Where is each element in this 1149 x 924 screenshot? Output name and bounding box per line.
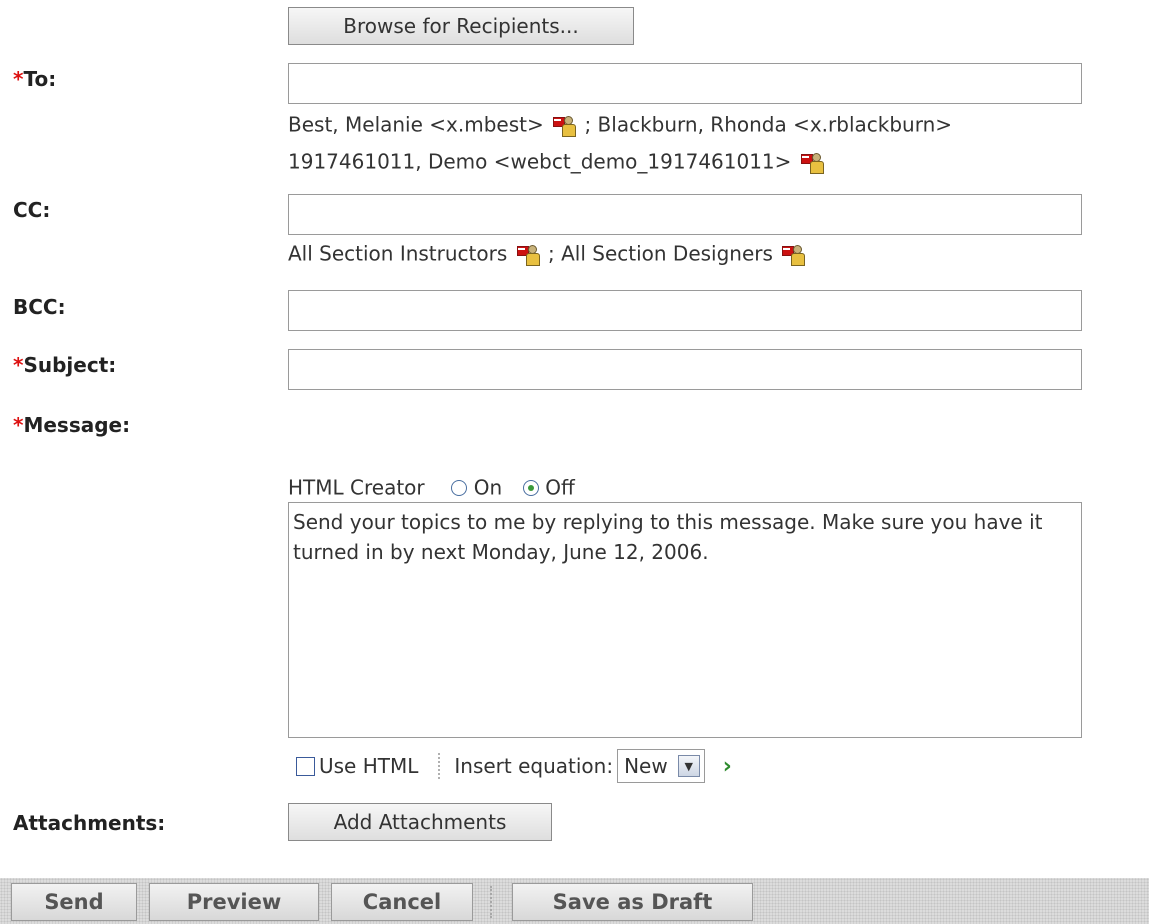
bcc-label: BCC: <box>13 295 66 319</box>
recipient-properties-icon[interactable] <box>516 243 540 266</box>
html-creator-off-label: Off <box>545 475 575 500</box>
preview-button[interactable]: Preview <box>149 883 319 921</box>
to-recipient: ; Blackburn, Rhonda <x.rblackburn> <box>584 112 953 137</box>
cc-recipient: ; All Section Designers <box>548 241 773 266</box>
attachments-label: Attachments: <box>13 811 166 835</box>
subject-label: *Subject: <box>13 353 116 377</box>
message-body-textarea[interactable]: Send your topics to me by replying to th… <box>288 502 1082 738</box>
action-bar: Send Preview Cancel Save as Draft <box>0 878 1149 924</box>
equation-select-value: New <box>624 754 668 778</box>
insert-equation-label: Insert equation: <box>454 754 614 778</box>
html-creator-on-radio[interactable] <box>451 479 468 496</box>
to-recipients-line-1: Best, Melanie <x.mbest> ; Blackburn, Rho… <box>288 111 952 137</box>
go-arrow-icon[interactable]: › <box>723 754 732 779</box>
html-creator-label: HTML Creator <box>288 475 425 500</box>
to-recipients-line-2: 1917461011, Demo <webct_demo_1917461011> <box>288 148 826 174</box>
subject-input[interactable] <box>288 349 1082 390</box>
cc-input[interactable] <box>288 194 1082 235</box>
browse-recipients-button[interactable]: Browse for Recipients... <box>288 7 634 45</box>
dropdown-arrow-icon[interactable]: ▼ <box>677 755 700 777</box>
html-creator-off-radio[interactable] <box>522 479 539 496</box>
toolbar-divider <box>438 753 441 779</box>
send-button[interactable]: Send <box>11 883 137 921</box>
recipient-properties-icon[interactable] <box>800 151 824 174</box>
cc-recipients-line: All Section Instructors ; All Section De… <box>288 240 807 266</box>
to-label: *To: <box>13 67 56 91</box>
bcc-input[interactable] <box>288 290 1082 331</box>
message-label-text: Message: <box>23 413 131 437</box>
html-creator-on-label: On <box>473 475 503 500</box>
to-input[interactable] <box>288 63 1082 104</box>
to-recipient: 1917461011, Demo <webct_demo_1917461011> <box>288 149 792 174</box>
editor-toolbar: Use HTML Insert equation: New ▼ › <box>296 749 732 783</box>
footer-divider <box>490 886 492 918</box>
save-as-draft-button[interactable]: Save as Draft <box>512 883 753 921</box>
recipient-properties-icon[interactable] <box>553 114 577 137</box>
required-marker: * <box>13 353 24 377</box>
add-attachments-button[interactable]: Add Attachments <box>288 803 552 841</box>
html-creator-row: HTML Creator On Off <box>288 474 575 500</box>
equation-select[interactable]: New ▼ <box>617 749 705 783</box>
use-html-checkbox[interactable] <box>296 756 315 776</box>
cc-recipient: All Section Instructors <box>288 241 508 266</box>
required-marker: * <box>13 67 24 91</box>
required-marker: * <box>13 413 24 437</box>
subject-label-text: Subject: <box>23 353 117 377</box>
use-html-label: Use HTML <box>319 754 419 778</box>
cc-label: CC: <box>13 198 51 222</box>
recipient-properties-icon[interactable] <box>782 243 806 266</box>
cancel-button[interactable]: Cancel <box>331 883 473 921</box>
to-label-text: To: <box>23 67 57 91</box>
to-recipient: Best, Melanie <x.mbest> <box>288 112 544 137</box>
message-label: *Message: <box>13 413 130 437</box>
